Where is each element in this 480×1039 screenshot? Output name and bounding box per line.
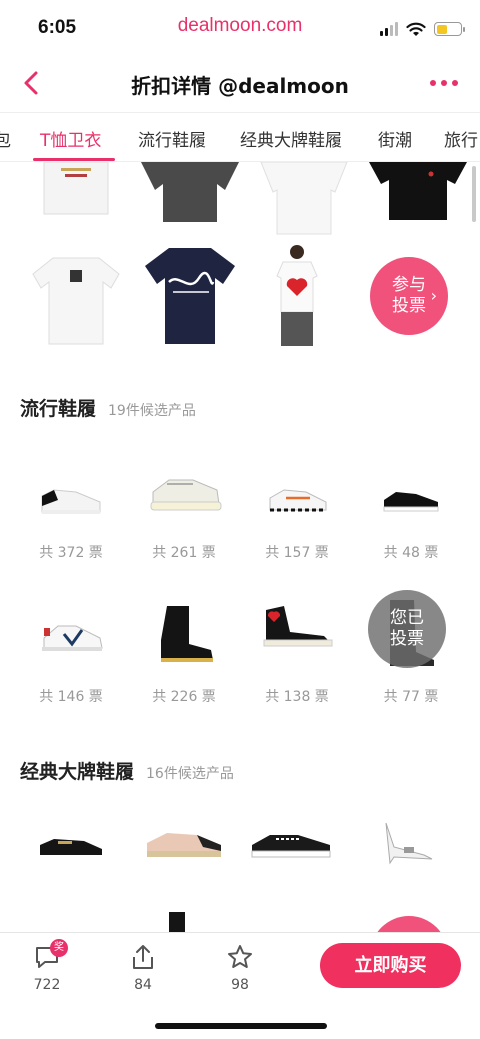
tab-classic-shoes[interactable]: 经典大牌鞋履 [240,126,342,151]
vote-count: 共 226 票 [152,689,216,705]
long-white-tshirt-image [260,162,348,235]
favorites-count: 98 [231,977,249,993]
vote-count: 共 77 票 [383,689,439,705]
vote-count: 共 372 票 [39,545,103,561]
share-icon [129,943,157,971]
navy-stussy-tshirt-image [145,248,235,344]
sneakers-row-1: 共 372 票 共 261 票 共 157 票 共 48 票 [0,462,480,562]
cdg-hightop-image [263,606,333,647]
comment-icon: 奖 [33,939,68,971]
silver-heel-image [385,822,433,865]
espadrille-image [147,833,221,857]
battery-icon [434,22,465,36]
join-vote-line2: 投票 [392,296,426,316]
black-loafer-image [40,839,102,855]
home-indicator[interactable] [155,1023,327,1029]
vote-count: 共 138 票 [265,689,329,705]
tall-boot-image [169,912,185,932]
page-title: 折扣详情 @dealmoon [131,74,349,98]
scrollbar[interactable] [472,166,476,222]
grey-tshirt-image [141,162,239,222]
tab-travel[interactable]: 旅行 [444,126,478,151]
cdg-heart-tshirt-image [276,245,318,346]
chevron-right-icon: › [430,286,437,305]
section-header-sneakers: 流行鞋履 19件候选产品 [20,394,196,421]
product-grid[interactable]: 参与 投票 › 流行鞋履 19件候选产品 共 372 票 共 261 票 共 1… [0,162,480,932]
reward-badge: 奖 [50,939,68,957]
black-canvas-sneaker-image [251,835,331,858]
vote-count: 共 261 票 [152,545,216,561]
section-title: 经典大牌鞋履 [20,761,135,783]
favorite-button[interactable]: 98 [210,943,270,993]
status-bar: 6:05 dealmoon.com [0,0,480,58]
white-sneaker-image [41,489,101,514]
black-boot-image [161,606,213,662]
voted-line2: 投票 [390,629,424,649]
bottom-action-bar: 奖 722 84 98 立即购买 [0,932,480,1039]
star-icon [226,943,254,971]
tab-streetwear[interactable]: 街潮 [378,126,412,151]
buy-now-button[interactable]: 立即购买 [320,943,461,988]
join-vote-button-partial[interactable] [370,916,448,932]
active-tab-indicator [33,158,115,161]
chunky-sneaker-image [150,479,222,511]
share-button[interactable]: 84 [113,943,173,993]
category-tabs: 包 T恤卫衣 流行鞋履 经典大牌鞋履 街潮 旅行 [0,112,480,162]
tshirt-row-1 [0,162,480,242]
sneakers-row-2: 共 146 票 共 226 票 共 138 票 您已 投票 共 77 票 [0,590,480,710]
white-logo-tshirt-image [32,257,120,345]
join-vote-line1: 参与 [392,275,426,295]
section-subtitle: 19件候选产品 [108,403,196,419]
section-subtitle: 16件候选产品 [146,766,234,782]
veja-sneaker-image [42,625,103,651]
black-tshirt-image [369,162,467,220]
black-low-sneaker-image [383,492,439,512]
wifi-icon [406,22,426,36]
voted-badge: 您已 投票 [368,590,446,668]
section-title: 流行鞋履 [20,398,97,420]
vote-count: 共 157 票 [265,545,329,561]
voted-line1: 您已 [390,608,424,628]
tshirt-row-2: 参与 投票 › [0,242,480,352]
shares-count: 84 [134,977,152,993]
offwhite-sneaker-image [269,489,327,512]
status-icons [380,20,465,38]
classic-row-1 [0,817,480,877]
nav-bar: 折扣详情 @dealmoon [0,58,480,110]
white-tshirt-image [43,162,109,215]
more-options-icon[interactable] [430,80,458,86]
tab-sneakers[interactable]: 流行鞋履 [138,126,206,151]
comments-count: 722 [33,977,61,993]
join-vote-button[interactable]: 参与 投票 › [370,257,448,335]
cellular-signal-icon [380,22,398,36]
tab-bags[interactable]: 包 [0,126,11,151]
vote-count: 共 146 票 [39,689,103,705]
classic-row-2 [0,910,480,932]
section-header-classic: 经典大牌鞋履 16件候选产品 [20,757,234,784]
comments-button[interactable]: 奖 722 [17,939,77,993]
vote-count: 共 48 票 [383,545,439,561]
tab-tshirts[interactable]: T恤卫衣 [40,126,101,151]
